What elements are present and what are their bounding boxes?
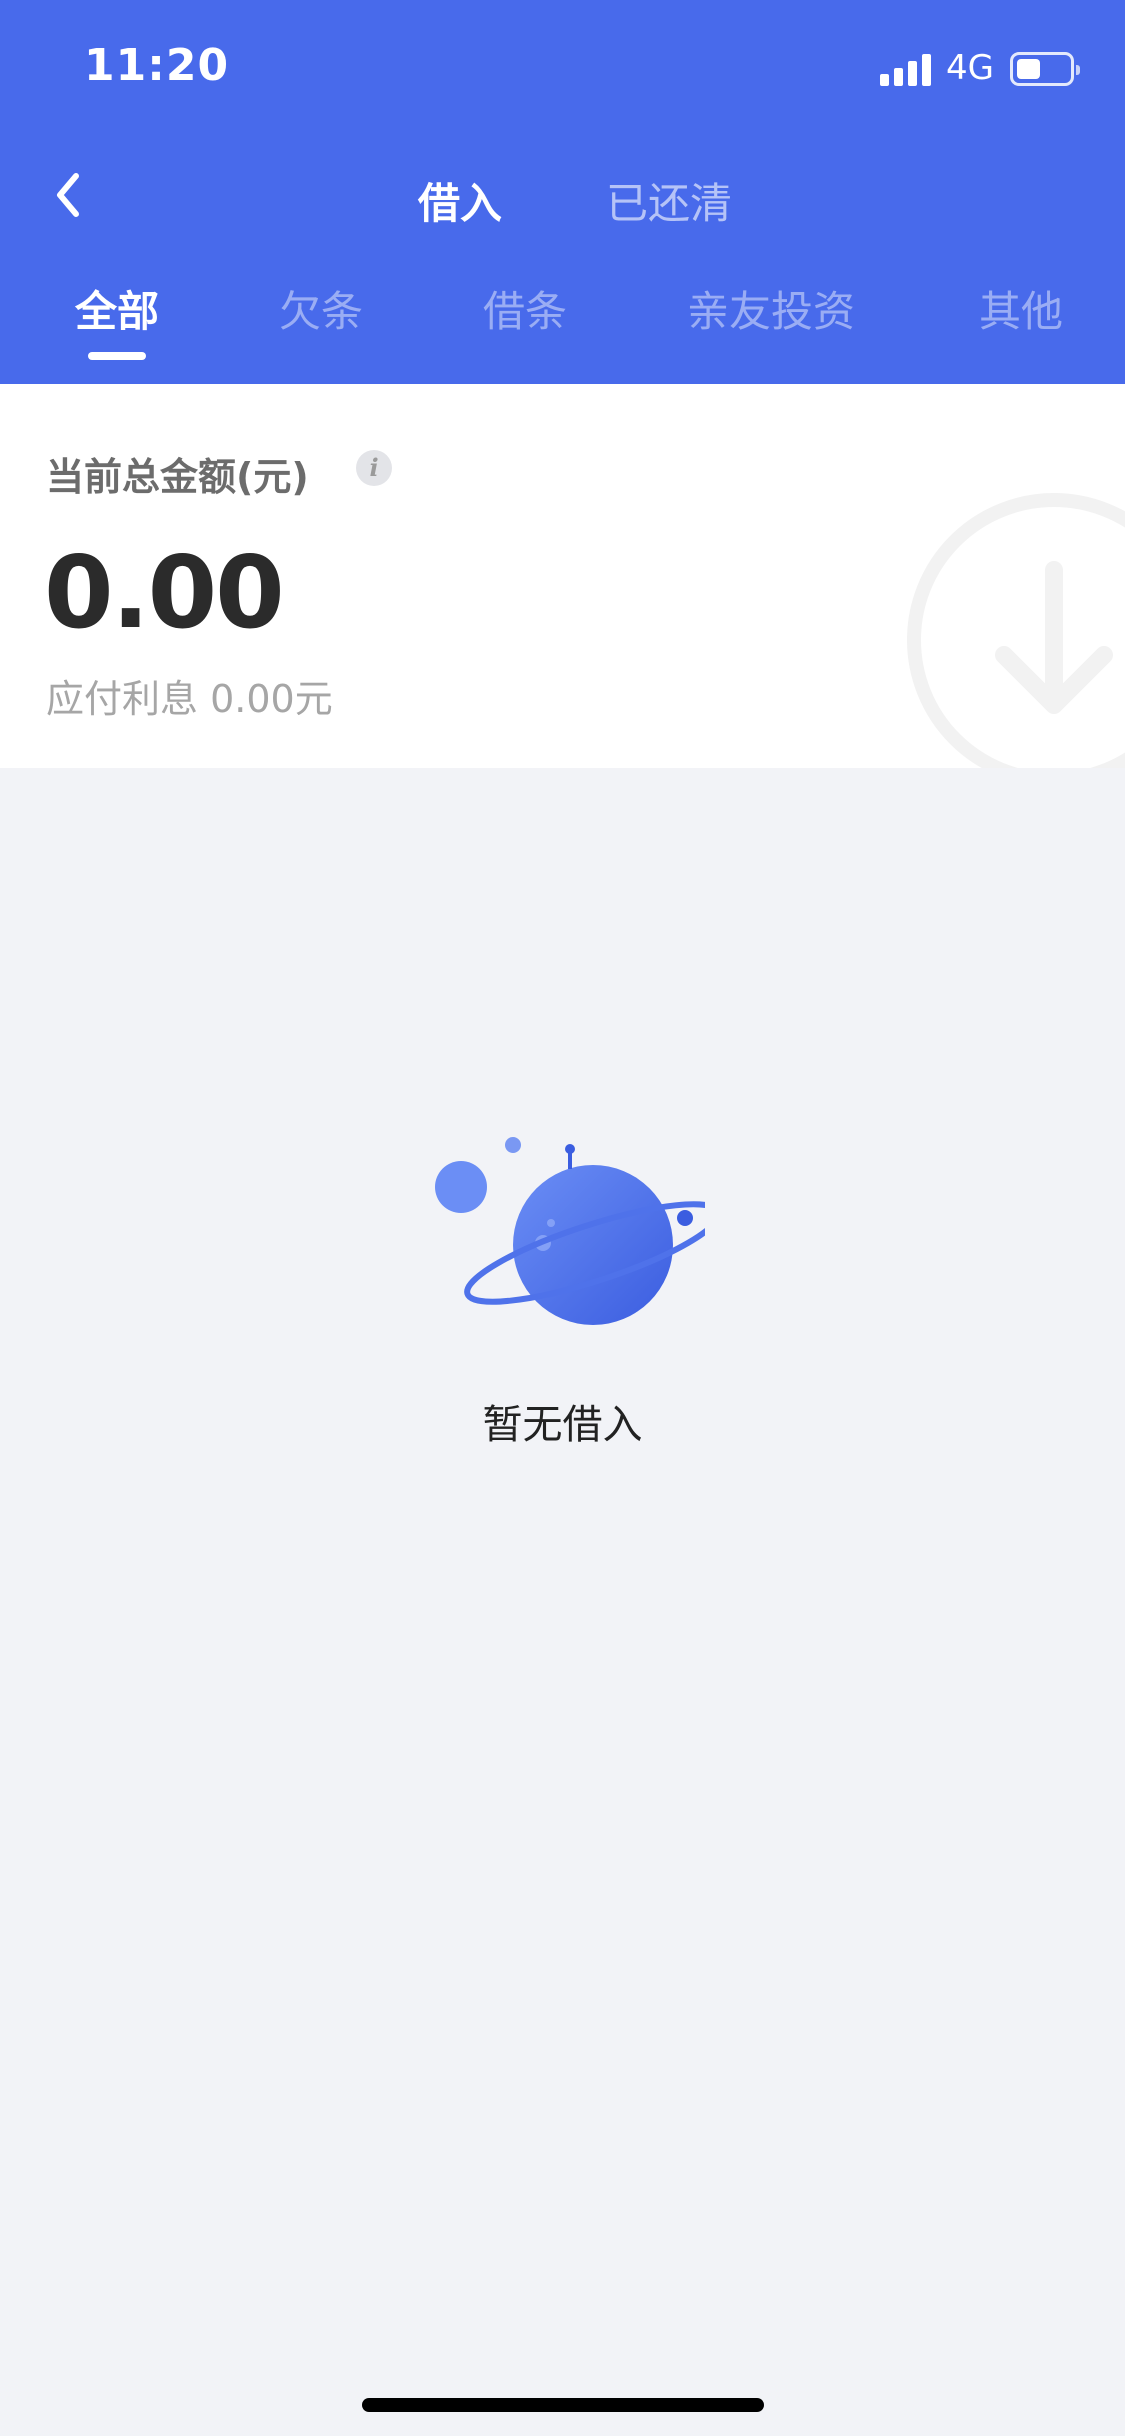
info-icon[interactable]: i xyxy=(356,450,392,486)
signal-icon xyxy=(880,52,936,86)
battery-fill xyxy=(1017,59,1040,79)
tab-family-investment[interactable]: 亲友投资 xyxy=(687,278,855,339)
status-time: 11:20 xyxy=(84,40,230,91)
planet-icon xyxy=(435,1137,705,1325)
summary-card: 当前总金额(元) i 0.00 应付利息 0.00元 xyxy=(0,384,1125,768)
segment-borrowed[interactable]: 借入 xyxy=(418,170,502,231)
status-bar: 11:20 4G xyxy=(0,0,1125,140)
tab-bar: 全部 欠条 借条 亲友投资 其他 xyxy=(0,278,1125,368)
empty-state-text: 暂无借入 xyxy=(482,1402,643,1448)
home-indicator xyxy=(362,2398,764,2412)
network-label: 4G xyxy=(946,48,994,88)
tab-all[interactable]: 全部 xyxy=(75,278,159,339)
chevron-left-icon xyxy=(57,173,79,217)
tab-active-indicator xyxy=(88,352,146,360)
tab-loan-note[interactable]: 借条 xyxy=(483,278,567,339)
interest-payable: 应付利息 0.00元 xyxy=(46,677,333,721)
header: 11:20 4G 借入 已还清 全部 欠条 借条 亲友投资 其他 xyxy=(0,0,1125,384)
segment-repaid[interactable]: 已还清 xyxy=(606,170,732,231)
battery-icon xyxy=(1010,52,1080,86)
back-button[interactable] xyxy=(40,160,100,230)
tab-iou[interactable]: 欠条 xyxy=(279,278,363,339)
tab-other[interactable]: 其他 xyxy=(979,278,1063,339)
arrow-down-circle-icon xyxy=(907,493,1125,768)
total-amount-value: 0.00 xyxy=(44,534,285,651)
total-amount-label: 当前总金额(元) xyxy=(46,455,309,499)
